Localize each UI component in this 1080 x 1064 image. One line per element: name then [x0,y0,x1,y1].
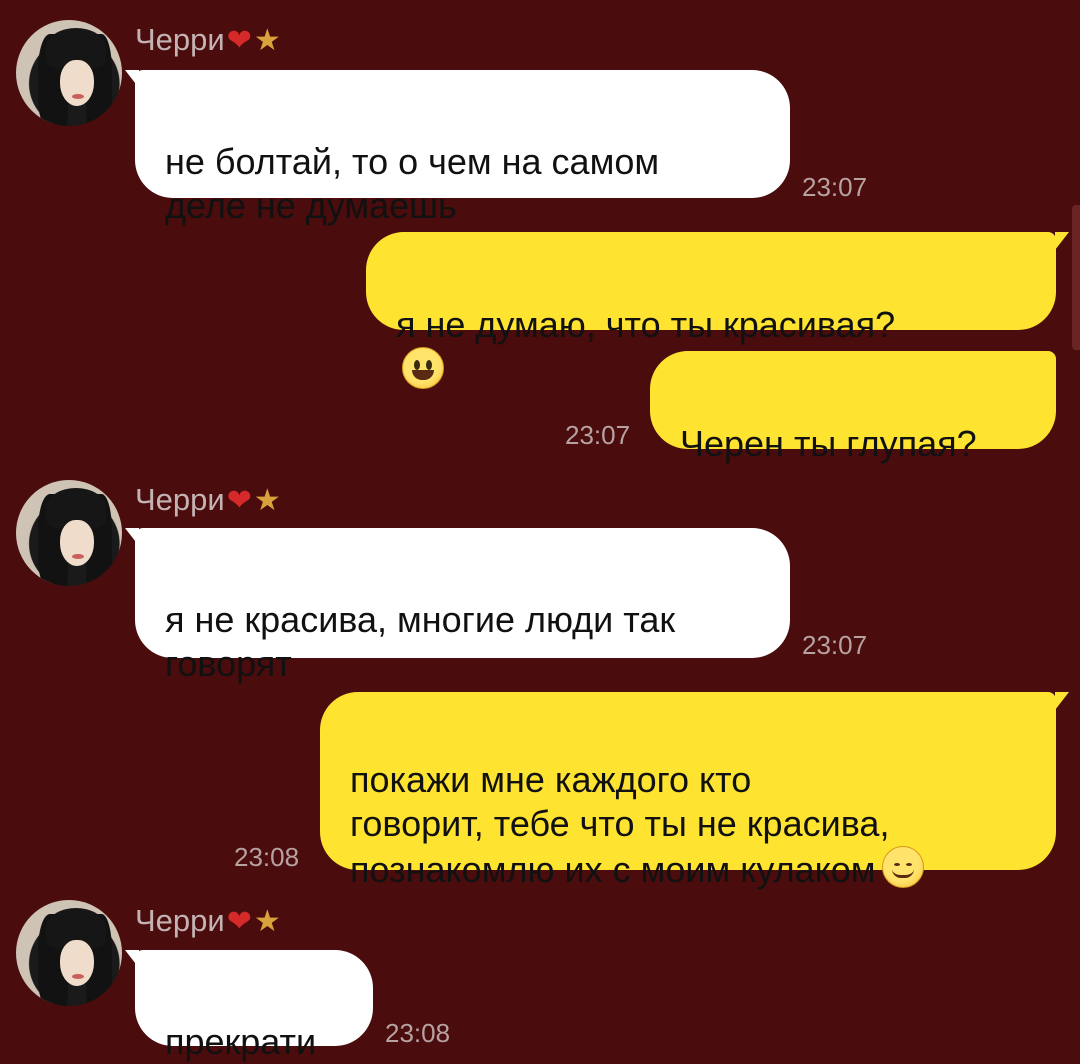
message-text: Черен ты глупая? [680,423,977,464]
message-bubble-incoming[interactable]: я не красива, многие люди так говорят [135,528,790,684]
avatar[interactable] [16,480,122,586]
message-bubble-incoming[interactable]: не болтай, то о чем на самом деле не дум… [135,70,790,226]
avatar[interactable] [16,20,122,126]
avatar[interactable] [16,900,122,1006]
message-bubble-outgoing[interactable]: покажи мне каждого кто говорит, тебе что… [320,692,1056,890]
star-icon: ★ [253,23,281,57]
message-time: 23:08 [234,842,300,872]
sender-name: Черри ❤ ★ [135,22,281,58]
sender-label: Черри [135,22,225,57]
message-text: я не красива, многие люди так говорят [165,599,676,684]
message-time: 23:07 [565,420,631,450]
message-text: я не думаю, что ты красивая? [396,304,896,345]
message-time: 23:07 [802,172,868,202]
message-time: 23:08 [385,1018,451,1048]
bubble-tail [1055,692,1069,710]
sender-name: Черри ❤ ★ [135,482,281,518]
heart-icon: ❤ [226,23,252,57]
scrollbar[interactable] [1072,205,1080,350]
bubble-tail [1055,232,1069,250]
message-time: 23:07 [802,630,868,660]
sender-name: Черри ❤ ★ [135,903,281,939]
message-bubble-incoming[interactable]: прекрати [135,950,373,1062]
message-text: прекрати [165,1021,317,1062]
message-text: покажи мне каждого кто говорит, тебе что… [350,759,890,890]
smiling-blush-emoji [881,846,924,888]
star-icon: ★ [253,904,281,938]
message-bubble-outgoing[interactable]: Черен ты глупая? [650,351,1056,464]
grinning-face-emoji [402,347,444,389]
message-bubble-outgoing[interactable]: я не думаю, что ты красивая? [366,232,1056,389]
heart-icon: ❤ [226,904,252,938]
message-text: не болтай, то о чем на самом деле не дум… [165,141,660,226]
sender-label: Черри [135,903,225,938]
star-icon: ★ [253,483,281,517]
heart-icon: ❤ [226,483,252,517]
sender-label: Черри [135,482,225,517]
